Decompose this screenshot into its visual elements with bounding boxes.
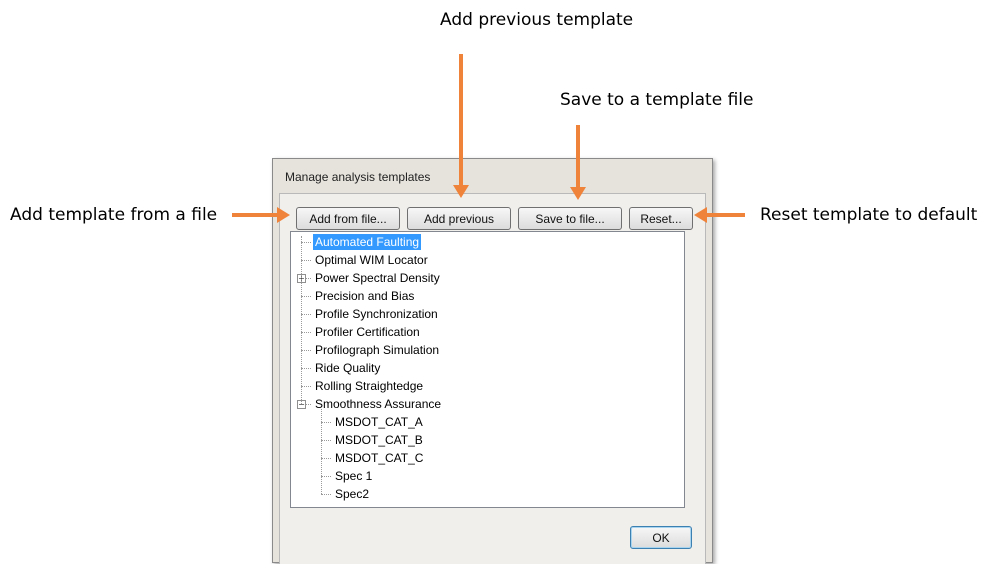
callout-arrows <box>232 54 745 223</box>
arrow-save-to-file <box>570 125 586 200</box>
arrow-reset <box>694 207 745 223</box>
arrow-add-from-file <box>232 207 290 223</box>
arrow-add-previous <box>453 54 469 198</box>
